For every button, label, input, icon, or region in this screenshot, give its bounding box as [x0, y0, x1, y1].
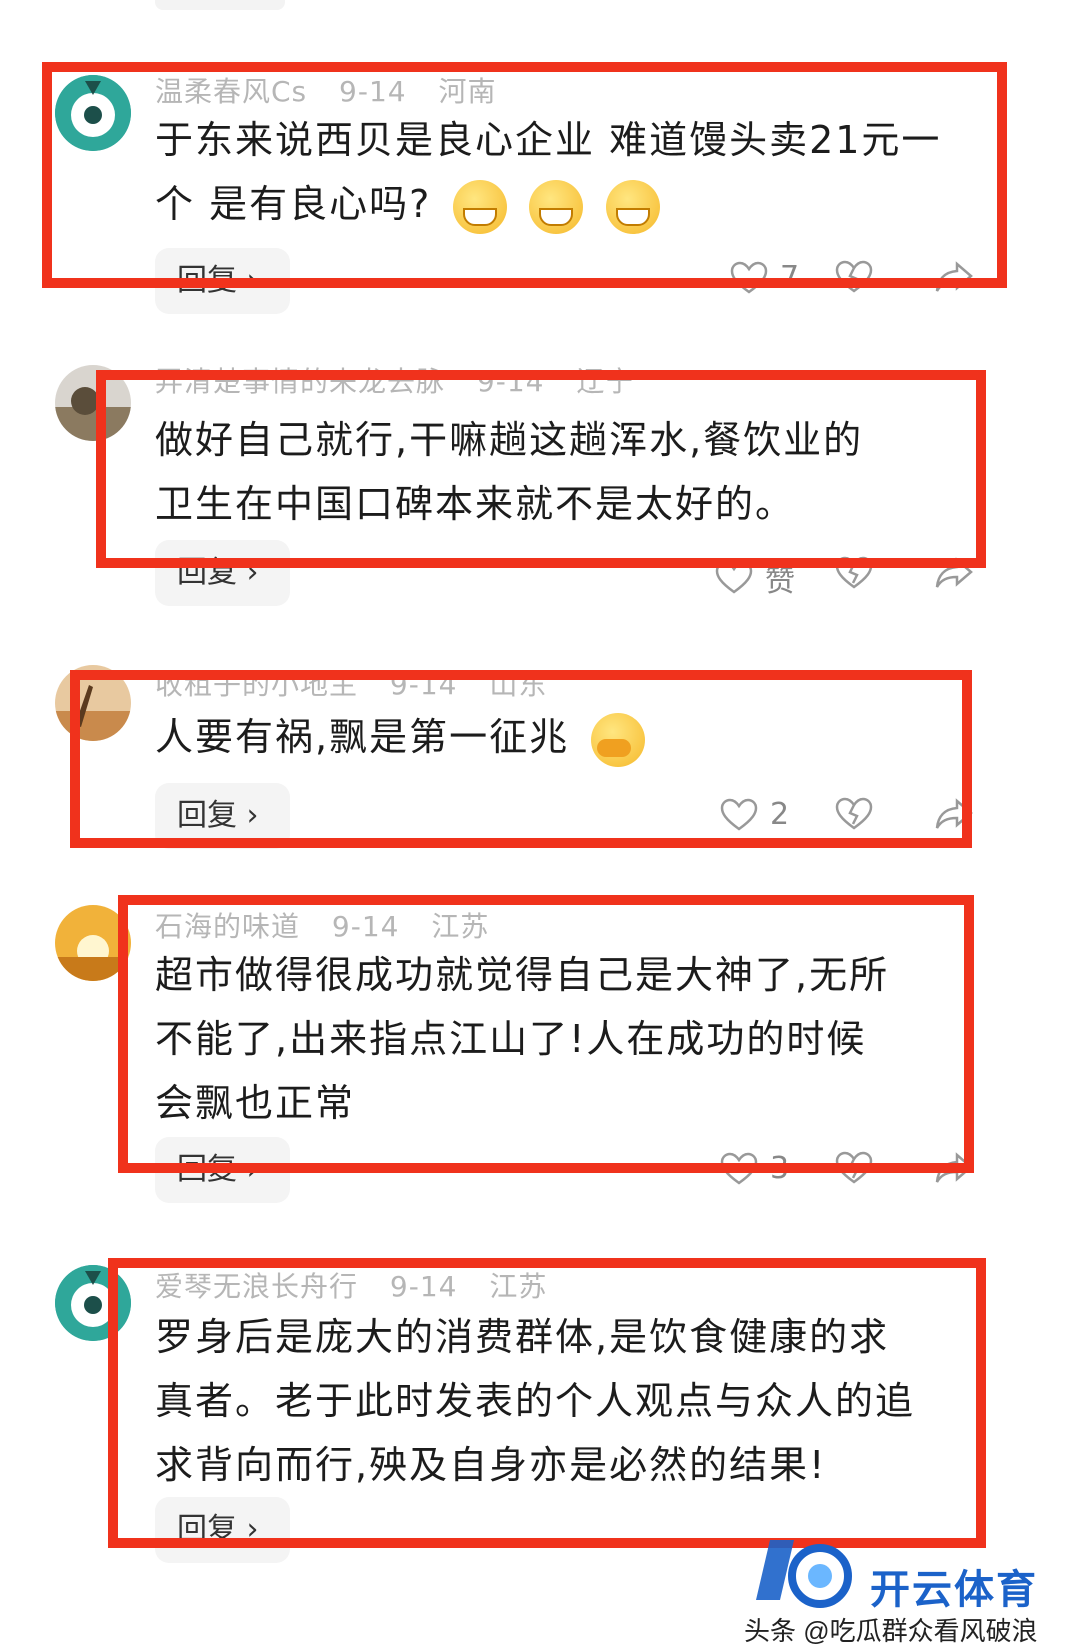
previous-reply-button[interactable]	[155, 0, 285, 10]
comment-actions: 2	[720, 797, 1030, 847]
grin-emoji-icon	[605, 179, 660, 234]
like-action[interactable]: 赞	[715, 556, 795, 600]
comment-line: 不能了,出来指点江山了!人在成功的时候	[155, 1017, 867, 1061]
comment-date: 9-14	[389, 668, 458, 701]
like-action[interactable]: 3	[720, 1151, 789, 1186]
comment-actions: 3	[720, 1151, 1030, 1201]
username[interactable]: 爱琴无浪长舟行	[155, 1270, 358, 1303]
comment-line-with-emoji: 人要有祸,飘是第一征兆	[155, 705, 1005, 769]
like-count: 7	[780, 260, 800, 295]
comment-actions: 7	[730, 260, 1030, 310]
heart-icon	[720, 1152, 758, 1185]
landscape-avatar-icon	[55, 365, 131, 441]
avatar[interactable]	[55, 905, 131, 981]
brand-name: 开云体育	[870, 1568, 1038, 1612]
comment-location: 辽宁	[576, 365, 635, 398]
broken-heart-icon	[835, 556, 873, 589]
teal-cartoon-avatar-icon	[55, 75, 131, 151]
desert-avatar-icon	[55, 665, 131, 741]
comment-line: 做好自己就行,干嘛趟这趟浑水,餐饮业的	[155, 418, 864, 462]
reply-button[interactable]: 回复 ›	[155, 1497, 290, 1563]
broken-heart-icon	[835, 260, 873, 293]
avatar[interactable]	[55, 1265, 131, 1341]
like-action[interactable]: 7	[730, 260, 799, 295]
share-icon	[935, 1152, 973, 1183]
avatar[interactable]	[55, 365, 131, 441]
comment-line: 会飘也正常	[155, 1081, 356, 1125]
comment-line: 人要有祸,飘是第一征兆	[155, 715, 570, 759]
username[interactable]: 石海的味道	[155, 910, 300, 943]
share-action[interactable]	[935, 797, 973, 831]
comment-location: 河南	[438, 75, 497, 108]
comment-meta: 收租子的小地主 9-14 山东	[155, 663, 569, 703]
comment-text: 人要有祸,飘是第一征兆	[155, 705, 1005, 769]
dislike-action[interactable]	[835, 260, 873, 294]
share-icon	[935, 557, 973, 588]
heart-icon	[730, 261, 768, 294]
comment-text: 做好自己就行,干嘛趟这趟浑水,餐饮业的 卫生在中国口碑本来就不是太好的。	[155, 408, 1005, 536]
comment-line: 真者。老于此时发表的个人观点与众人的追	[155, 1379, 916, 1423]
reply-button[interactable]: 回复 ›	[155, 1137, 290, 1203]
comment-meta: 温柔春风Cs 9-14 河南	[155, 70, 519, 110]
comment-line: 求背向而行,殃及自身亦是必然的结果!	[155, 1443, 827, 1487]
username[interactable]: 弄清楚事情的来龙去脉	[155, 365, 445, 398]
comment-text: 于东来说西贝是良心企业 难道馒头卖21元一 个 是有良心吗?	[155, 108, 1005, 236]
dislike-action[interactable]	[835, 556, 873, 590]
broken-heart-icon	[835, 1151, 873, 1184]
source-watermark: 头条 @吃瓜群众看风破浪	[744, 1616, 1038, 1646]
like-count: 2	[770, 797, 790, 832]
comment-date: 9-14	[339, 75, 407, 108]
grin-emoji-icon	[453, 179, 508, 234]
watermark: 开云体育 头条 @吃瓜群众看风破浪	[744, 1540, 1080, 1650]
reply-button[interactable]: 回复 ›	[155, 248, 290, 314]
comment-meta: 弄清楚事情的来龙去脉 9-14 辽宁	[155, 360, 656, 400]
heart-icon	[720, 798, 758, 831]
reply-button[interactable]: 回复 ›	[155, 540, 290, 606]
comment-date: 9-14	[476, 365, 545, 398]
username[interactable]: 温柔春风Cs	[155, 75, 307, 108]
username[interactable]: 收租子的小地主	[155, 668, 358, 701]
comment-date: 9-14	[331, 910, 400, 943]
share-action[interactable]	[935, 1151, 973, 1185]
share-action[interactable]	[935, 556, 973, 590]
comment-text: 超市做得很成功就觉得自己是大神了,无所 不能了,出来指点江山了!人在成功的时候 …	[155, 943, 1005, 1135]
comment-line: 卫生在中国口碑本来就不是太好的。	[155, 482, 796, 526]
hand-over-mouth-emoji-icon	[591, 712, 646, 767]
comment-meta: 爱琴无浪长舟行 9-14 江苏	[155, 1265, 569, 1305]
brand-logo-icon	[756, 1540, 852, 1608]
comment-actions: 赞	[715, 556, 1030, 606]
broken-heart-icon	[835, 797, 873, 830]
grin-emoji-icon	[529, 179, 584, 234]
like-action[interactable]: 2	[720, 797, 789, 832]
share-icon	[935, 261, 973, 292]
dislike-action[interactable]	[835, 1151, 873, 1185]
like-count: 赞	[765, 564, 795, 599]
comment-location: 江苏	[489, 1270, 548, 1303]
teal-cartoon-avatar-icon	[55, 1265, 131, 1341]
comment-line: 罗身后是庞大的消费群体,是饮食健康的求	[155, 1315, 890, 1359]
comment-date: 9-14	[389, 1270, 458, 1303]
avatar[interactable]	[55, 75, 131, 151]
comment-line-with-emoji: 个 是有良心吗?	[155, 172, 1005, 236]
comment-location: 山东	[489, 668, 548, 701]
comment-line: 于东来说西贝是良心企业 难道馒头卖21元一	[155, 118, 942, 162]
reply-button[interactable]: 回复 ›	[155, 783, 290, 849]
like-count: 3	[770, 1151, 790, 1186]
comment-line: 超市做得很成功就觉得自己是大神了,无所	[155, 953, 890, 997]
avatar[interactable]	[55, 665, 131, 741]
dislike-action[interactable]	[835, 797, 873, 831]
share-icon	[935, 798, 973, 829]
comment-text: 罗身后是庞大的消费群体,是饮食健康的求 真者。老于此时发表的个人观点与众人的追 …	[155, 1305, 1005, 1497]
heart-icon	[715, 561, 753, 594]
sunrise-avatar-icon	[55, 905, 131, 981]
comment-line: 个 是有良心吗?	[155, 182, 432, 226]
comment-location: 江苏	[431, 910, 490, 943]
comment-meta: 石海的味道 9-14 江苏	[155, 905, 511, 945]
share-action[interactable]	[935, 260, 973, 294]
